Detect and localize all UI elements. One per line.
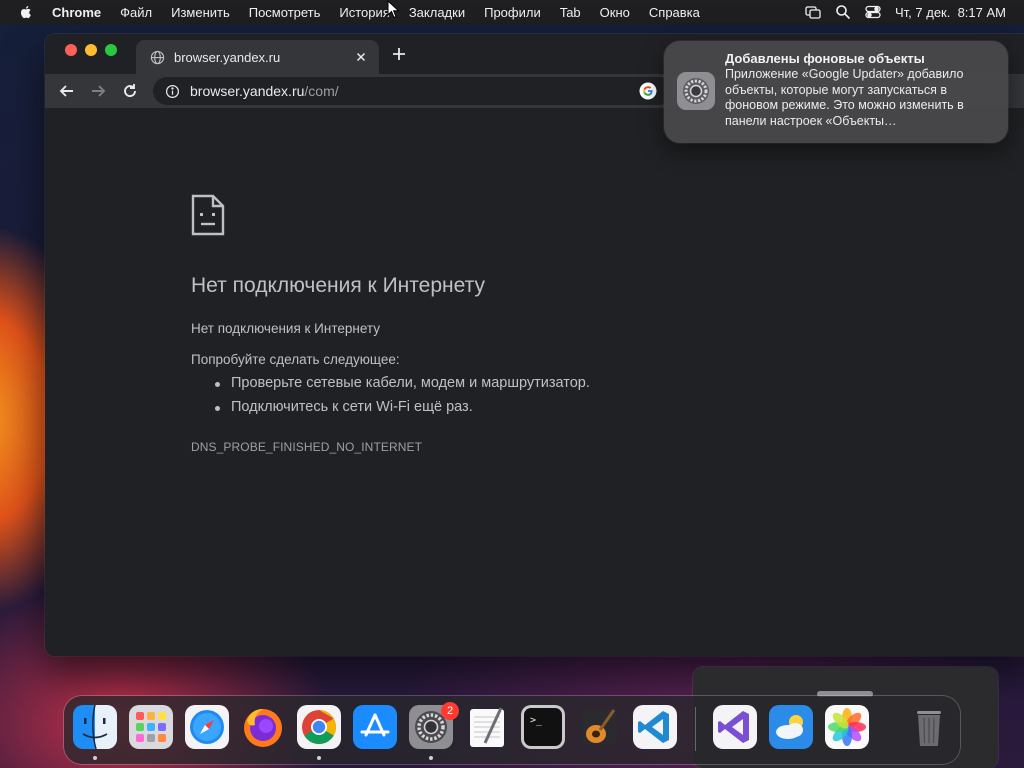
apple-logo-icon[interactable] bbox=[18, 4, 34, 20]
address-bar[interactable]: browser.yandex.ru/com/ bbox=[153, 77, 673, 105]
suggestion-item: Проверьте сетевые кабели, модем и маршру… bbox=[215, 375, 590, 399]
settings-badge: 2 bbox=[441, 702, 459, 720]
control-center-icon[interactable] bbox=[865, 4, 881, 20]
site-info-icon[interactable] bbox=[165, 84, 180, 99]
finder-icon[interactable] bbox=[73, 705, 117, 749]
menu-tab[interactable]: Tab bbox=[560, 5, 581, 20]
suggestion-heading: Попробуйте сделать следующее: bbox=[191, 352, 400, 367]
error-page: Нет подключения к Интернету Нет подключе… bbox=[45, 108, 1024, 656]
browser-tab-active[interactable]: browser.yandex.ru bbox=[136, 40, 379, 74]
menu-help[interactable]: Справка bbox=[649, 5, 700, 20]
launchpad-icon[interactable] bbox=[129, 705, 173, 749]
menu-bar: Chrome Файл Изменить Посмотреть История … bbox=[0, 0, 1024, 24]
maximize-window-button[interactable] bbox=[105, 44, 117, 56]
menu-profiles[interactable]: Профили bbox=[484, 5, 541, 20]
mouse-cursor-icon bbox=[387, 0, 400, 19]
error-code: DNS_PROBE_FINISHED_NO_INTERNET bbox=[191, 440, 423, 454]
minimize-window-button[interactable] bbox=[85, 44, 97, 56]
photos-icon[interactable] bbox=[825, 705, 869, 749]
menu-edit[interactable]: Изменить bbox=[171, 5, 230, 20]
menu-clock[interactable]: Чт, 7 дек. 8:17 AM bbox=[895, 5, 1006, 20]
dock: 2 >_ bbox=[64, 696, 960, 764]
suggestion-item: Подключитесь к сети Wi-Fi ещё раз. bbox=[215, 399, 590, 423]
suggestion-list: Проверьте сетевые кабели, модем и маршру… bbox=[215, 375, 590, 423]
tab-title: browser.yandex.ru bbox=[174, 49, 281, 65]
reload-icon[interactable] bbox=[121, 82, 139, 100]
spotlight-search-icon[interactable] bbox=[835, 4, 851, 20]
notification-banner[interactable]: Добавлены фоновые объекты Приложение «Go… bbox=[664, 41, 1008, 143]
weather-icon[interactable] bbox=[769, 705, 813, 749]
app-store-icon[interactable] bbox=[353, 705, 397, 749]
new-tab-plus-icon[interactable] bbox=[391, 46, 407, 62]
garageband-icon[interactable] bbox=[577, 705, 621, 749]
sad-document-icon bbox=[191, 194, 225, 236]
terminal-icon[interactable]: >_ bbox=[521, 705, 565, 749]
close-window-button[interactable] bbox=[65, 44, 77, 56]
error-subtitle: Нет подключения к Интернету bbox=[191, 321, 380, 336]
screen-mirroring-icon[interactable] bbox=[805, 4, 821, 20]
svg-text:>_: >_ bbox=[530, 715, 543, 726]
menu-bar-extras: Чт, 7 дек. 8:17 AM bbox=[805, 0, 1006, 24]
url-host: browser.yandex.ru bbox=[190, 83, 305, 99]
visual-studio-icon[interactable] bbox=[713, 705, 757, 749]
notification-body: Приложение «Google Updater» добавило объ… bbox=[725, 67, 964, 128]
system-settings-gear-icon bbox=[677, 72, 715, 110]
menu-view[interactable]: Посмотреть bbox=[249, 5, 321, 20]
vscode-icon[interactable] bbox=[633, 705, 677, 749]
trash-icon[interactable] bbox=[907, 705, 951, 749]
google-search-icon[interactable] bbox=[639, 82, 657, 100]
menu-history[interactable]: История bbox=[339, 5, 389, 20]
menu-bookmarks[interactable]: Закладки bbox=[409, 5, 465, 20]
error-heading: Нет подключения к Интернету bbox=[191, 274, 485, 297]
url-path: /com/ bbox=[304, 83, 339, 99]
forward-arrow-icon[interactable] bbox=[89, 82, 107, 100]
menu-file[interactable]: Файл bbox=[120, 5, 152, 20]
notification-title: Добавлены фоновые объекты bbox=[725, 51, 925, 66]
textedit-icon[interactable] bbox=[465, 705, 509, 749]
globe-icon bbox=[150, 50, 165, 64]
chrome-icon[interactable] bbox=[297, 705, 341, 749]
dock-separator bbox=[695, 707, 696, 751]
close-tab-icon[interactable] bbox=[353, 49, 369, 65]
back-arrow-icon[interactable] bbox=[58, 82, 76, 100]
finder-running-indicator bbox=[93, 756, 97, 760]
safari-icon[interactable] bbox=[185, 705, 229, 749]
chrome-running-indicator bbox=[317, 756, 321, 760]
menu-window[interactable]: Окно bbox=[600, 5, 630, 20]
menu-app-name[interactable]: Chrome bbox=[52, 5, 101, 20]
window-controls bbox=[65, 44, 117, 56]
firefox-icon[interactable] bbox=[241, 705, 285, 749]
settings-running-indicator bbox=[429, 756, 433, 760]
